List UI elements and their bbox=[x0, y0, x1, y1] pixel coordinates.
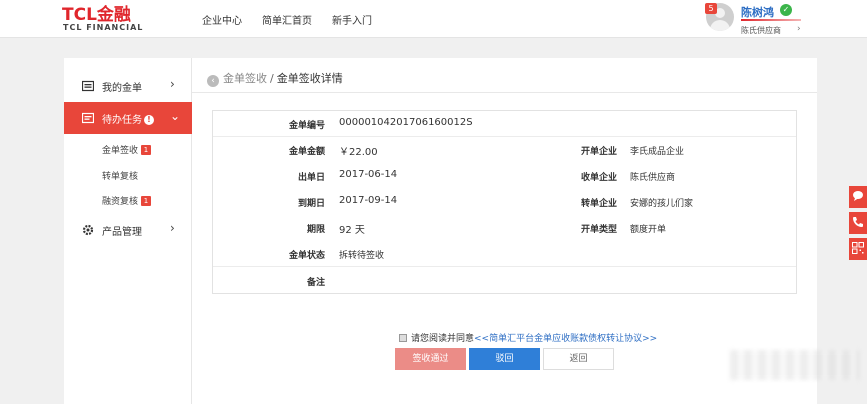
bill-no-label: 金单编号 bbox=[288, 121, 325, 131]
chat-icon[interactable] bbox=[849, 186, 867, 208]
task-icon bbox=[82, 112, 94, 124]
nav-beginner-guide[interactable]: 新手入门 bbox=[332, 12, 372, 27]
transfer-company-value: 安娜的孩儿们家 bbox=[630, 199, 694, 209]
due-date-label: 到期日 bbox=[297, 199, 325, 209]
chevron-right-icon: › bbox=[170, 77, 175, 91]
sidebar-item-label: 我的金单 bbox=[102, 83, 142, 94]
user-company[interactable]: 陈氏供应商 bbox=[741, 25, 781, 36]
check-circle-icon: ✓ bbox=[780, 4, 792, 16]
detail-row: 期限 92 天 开单类型 额度开单 bbox=[213, 215, 796, 241]
alert-icon: ! bbox=[144, 115, 154, 125]
sidebar-item-my-bills[interactable]: 我的金单 › bbox=[64, 70, 192, 102]
chevron-right-icon[interactable]: › bbox=[797, 24, 801, 34]
remark-label: 备注 bbox=[306, 278, 325, 288]
issue-date-label: 出单日 bbox=[297, 173, 325, 183]
user-name[interactable]: 陈树鸿 bbox=[741, 4, 774, 20]
user-info[interactable]: 5 陈树鸿 ✓ 陈氏供应商 › bbox=[705, 3, 806, 36]
amount-label: 金单金额 bbox=[288, 147, 325, 157]
detail-row: 到期日 2017-09-14 转单企业 安娜的孩儿们家 bbox=[213, 189, 796, 215]
main-panel: 我的金单 › 待办任务! ⌄ 金单签收 1 转单复核 融资复核 1 产品管理 › ‹… bbox=[64, 58, 817, 404]
term-label: 期限 bbox=[306, 225, 325, 235]
transfer-company-label: 转单企业 bbox=[580, 199, 617, 209]
amount-value: ￥22.00 bbox=[339, 147, 378, 158]
agreement-text: 请您阅读并同意 bbox=[411, 334, 475, 344]
count-badge: 1 bbox=[141, 196, 152, 206]
receive-company-value: 陈氏供应商 bbox=[630, 173, 676, 183]
sidebar-item-label: 待办任务! bbox=[102, 111, 154, 126]
open-type-value: 额度开单 bbox=[630, 225, 667, 235]
term-value: 92 天 bbox=[339, 225, 365, 236]
bill-detail-table: 金单编号 00000104201706160012S 金单金额 ￥22.00 开… bbox=[212, 110, 797, 294]
breadcrumb-parent[interactable]: 金单签收 bbox=[223, 72, 267, 85]
sidebar-subitem-bill-sign[interactable]: 金单签收 1 bbox=[102, 143, 152, 156]
detail-row: 备注 bbox=[213, 268, 796, 294]
agreement-row: 请您阅读并同意<<简单汇平台金单应收账款债权转让协议>> bbox=[399, 331, 657, 344]
detail-row: 金单状态 拆转待签收 bbox=[213, 241, 796, 267]
status-label: 金单状态 bbox=[288, 251, 325, 261]
sidebar-item-product-management[interactable]: 产品管理 › bbox=[64, 214, 192, 246]
bill-no-value: 00000104201706160012S bbox=[339, 117, 473, 128]
gear-icon bbox=[82, 224, 94, 236]
wallet-icon bbox=[82, 80, 94, 92]
nav-home[interactable]: 简单汇首页 bbox=[262, 12, 312, 27]
nav-enterprise-center[interactable]: 企业中心 bbox=[202, 12, 242, 27]
sign-pass-button[interactable]: 签收通过 bbox=[395, 348, 466, 370]
count-badge: 1 bbox=[141, 145, 152, 155]
notification-badge[interactable]: 5 bbox=[705, 3, 717, 14]
phone-icon[interactable] bbox=[849, 212, 867, 234]
top-bar: TCL金融 TCL FINANCIAL 企业中心 简单汇首页 新手入门 5 陈树… bbox=[0, 0, 867, 38]
due-date-value: 2017-09-14 bbox=[339, 195, 398, 206]
tcl-financial-logo[interactable]: TCL金融 TCL FINANCIAL bbox=[62, 6, 162, 34]
issue-date-value: 2017-06-14 bbox=[339, 169, 398, 180]
receive-company-label: 收单企业 bbox=[580, 173, 617, 183]
detail-row: 出单日 2017-06-14 收单企业 陈氏供应商 bbox=[213, 163, 796, 189]
breadcrumb: ‹ 金单签收 / 金单签收详情 bbox=[207, 70, 343, 87]
logo-text: TCL金融 bbox=[62, 5, 131, 25]
sidebar-item-label: 产品管理 bbox=[102, 227, 142, 238]
content-area: ‹ 金单签收 / 金单签收详情 金单编号 00000104201706160012S … bbox=[192, 58, 817, 404]
subitem-label: 转单复核 bbox=[102, 172, 139, 182]
sidebar: 我的金单 › 待办任务! ⌄ 金单签收 1 转单复核 融资复核 1 产品管理 › bbox=[64, 58, 192, 404]
user-underline bbox=[741, 19, 801, 21]
top-nav: 企业中心 简单汇首页 新手入门 bbox=[202, 12, 372, 27]
chevron-right-icon: › bbox=[170, 221, 175, 235]
detail-row: 金单编号 00000104201706160012S bbox=[213, 111, 796, 137]
sidebar-subitem-transfer-review[interactable]: 转单复核 bbox=[102, 169, 138, 182]
watermark-blur bbox=[730, 350, 860, 380]
page-title: 金单签收详情 bbox=[276, 72, 343, 85]
divider bbox=[192, 92, 817, 93]
status-value: 拆转待签收 bbox=[339, 251, 385, 261]
reject-button[interactable]: 驳回 bbox=[469, 348, 540, 370]
chevron-down-icon: ⌄ bbox=[170, 109, 181, 123]
subitem-label: 融资复核 bbox=[102, 197, 139, 207]
open-company-label: 开单企业 bbox=[580, 147, 617, 157]
sidebar-item-todo-tasks[interactable]: 待办任务! ⌄ bbox=[64, 102, 192, 134]
sidebar-subitem-finance-review[interactable]: 融资复核 1 bbox=[102, 194, 152, 207]
back-arrow-icon[interactable]: ‹ bbox=[207, 75, 219, 87]
breadcrumb-separator: / bbox=[270, 72, 274, 85]
subitem-label: 金单签收 bbox=[102, 146, 139, 156]
agreement-link[interactable]: <<简单汇平台金单应收账款债权转让协议>> bbox=[474, 334, 657, 344]
todo-label-text: 待办任务 bbox=[102, 115, 142, 126]
phone-icon-svg bbox=[853, 217, 863, 227]
qrcode-icon[interactable] bbox=[849, 238, 867, 260]
logo-subtext: TCL FINANCIAL bbox=[63, 23, 144, 32]
open-type-label: 开单类型 bbox=[580, 225, 617, 235]
open-company-value: 李氏成品企业 bbox=[630, 147, 685, 157]
qrcode-icon-svg bbox=[852, 242, 864, 254]
chat-icon-svg bbox=[853, 191, 863, 201]
back-button[interactable]: 返回 bbox=[543, 348, 614, 370]
detail-row: 金单金额 ￥22.00 开单企业 李氏成品企业 bbox=[213, 137, 796, 163]
agreement-checkbox[interactable] bbox=[399, 334, 407, 342]
